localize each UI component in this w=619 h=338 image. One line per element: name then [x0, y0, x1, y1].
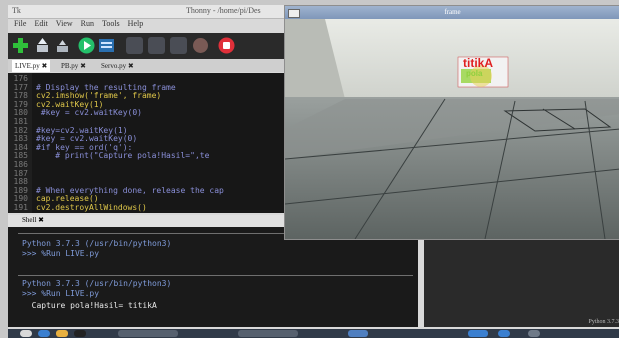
run-icon[interactable]	[78, 37, 95, 54]
menu-file[interactable]: File	[14, 19, 26, 28]
step-into-icon[interactable]	[148, 37, 165, 54]
detection-subtext: pola	[466, 69, 483, 78]
close-icon[interactable]: ✖	[128, 62, 134, 70]
code-text: # print("Capture pola!Hasil=",te	[36, 151, 210, 161]
window-title: Thonny - /home/pi/Des	[186, 6, 261, 15]
camera-feed: titikA pola	[285, 19, 619, 239]
network-icon[interactable]	[468, 330, 488, 337]
shell-line: >>> %Run LIVE.py	[22, 249, 100, 258]
tab-servo-py[interactable]: Servo.py ✖	[98, 60, 137, 72]
frame-window: frame titikA pola	[284, 5, 619, 240]
close-icon[interactable]: ✖	[80, 62, 86, 70]
shell-line: >>> %Run LIVE.py	[22, 289, 100, 298]
tab-label: LIVE.py	[15, 62, 40, 70]
taskbar-app[interactable]	[238, 330, 298, 337]
menu-edit[interactable]: Edit	[34, 19, 47, 28]
tab-shell[interactable]: Shell ✖	[22, 216, 44, 224]
camera-image	[285, 19, 619, 239]
debug-icon[interactable]	[98, 37, 115, 54]
code-text: #key = cv2.waitKey(0)	[36, 108, 142, 118]
tk-app-icon: Tk	[12, 6, 21, 15]
code-editor[interactable]: 176 177 # Display the resulting frame 178 cv…	[8, 73, 288, 213]
stop-icon[interactable]	[218, 37, 235, 54]
close-icon[interactable]: ✖	[38, 216, 44, 224]
menubar: File Edit View Run Tools Help	[8, 19, 288, 33]
shell-line: Python 3.7.3 (/usr/bin/python3)	[22, 239, 172, 248]
toolbar	[8, 33, 288, 59]
save-icon[interactable]	[54, 37, 71, 54]
menu-tools[interactable]: Tools	[102, 19, 120, 28]
tab-live-py[interactable]: LIVE.py ✖	[12, 60, 51, 72]
close-icon[interactable]: ✖	[41, 62, 47, 70]
menu-view[interactable]: View	[56, 19, 73, 28]
shell-panel[interactable]: Python 3.7.3 (/usr/bin/python3) >>> %Run …	[8, 227, 418, 327]
tab-label: PB.py	[61, 62, 79, 70]
menu-help[interactable]: Help	[128, 19, 144, 28]
step-out-icon[interactable]	[170, 37, 187, 54]
step-over-icon[interactable]	[126, 37, 143, 54]
code-text: cv2.destroyAllWindows()	[36, 203, 147, 212]
shell-line: Python 3.7.3 (/usr/bin/python3)	[22, 279, 172, 288]
window-icon	[288, 9, 300, 18]
taskbar	[8, 329, 619, 338]
editor-tabs: LIVE.py ✖ PB.py ✖ Servo.py ✖	[8, 59, 288, 72]
assistant-panel	[424, 227, 619, 327]
new-file-icon[interactable]	[12, 37, 29, 54]
bluetooth-icon[interactable]	[498, 330, 510, 337]
terminal-icon[interactable]	[74, 330, 86, 337]
folder-icon[interactable]	[56, 330, 68, 337]
tab-label: Shell	[22, 216, 37, 224]
menu-run[interactable]: Run	[81, 19, 94, 28]
detection-label: titikA pola	[463, 57, 508, 79]
line-number: 191	[13, 203, 28, 212]
desktop: Tk Thonny - /home/pi/Des File Edit View …	[8, 5, 619, 338]
volume-icon[interactable]	[528, 330, 540, 337]
resume-icon[interactable]	[192, 37, 209, 54]
divider	[18, 275, 413, 276]
taskbar-app[interactable]	[348, 330, 368, 337]
frame-title: frame	[444, 8, 461, 16]
start-menu-icon[interactable]	[20, 330, 32, 337]
shell-line: Capture pola!Hasil= titikA	[22, 301, 157, 310]
open-icon[interactable]	[34, 37, 51, 54]
tab-pb-py[interactable]: PB.py ✖	[58, 60, 89, 72]
taskbar-app[interactable]	[118, 330, 178, 337]
browser-icon[interactable]	[38, 330, 50, 337]
frame-titlebar[interactable]: frame	[285, 6, 619, 19]
status-python-version: Python 3.7.3	[588, 319, 619, 325]
tab-label: Servo.py	[101, 62, 127, 70]
